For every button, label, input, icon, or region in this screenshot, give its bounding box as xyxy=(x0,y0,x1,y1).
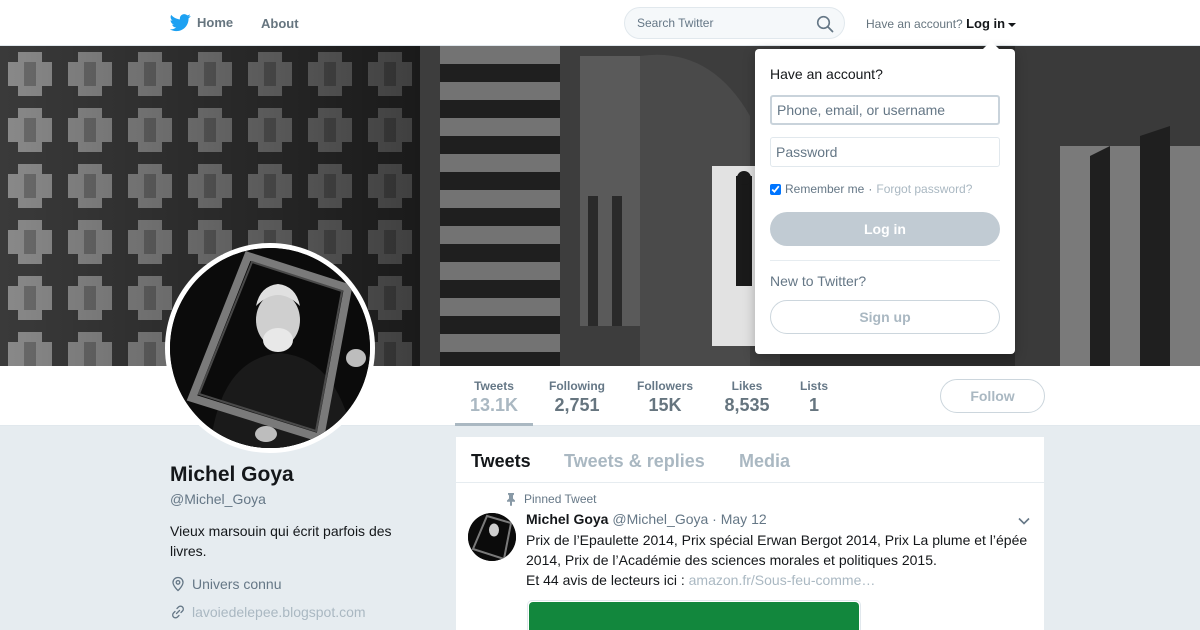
stat-value: 2,751 xyxy=(554,395,600,415)
stat-value: 15K xyxy=(648,395,682,415)
search-box xyxy=(624,7,845,39)
pin-icon xyxy=(507,493,515,506)
password-input[interactable] xyxy=(770,137,1000,167)
top-nav: Home About Have an account? Log in xyxy=(0,0,1200,46)
stat-value: 1 xyxy=(808,395,819,415)
remember-row: Remember me · Forgot password? xyxy=(770,182,972,196)
tweet-link[interactable]: amazon.fr/Sous-feu-comme… xyxy=(689,572,876,588)
location-pin-icon xyxy=(172,576,184,592)
nav-home-label: Home xyxy=(197,15,234,30)
stat-label: Following xyxy=(549,379,605,393)
login-button[interactable]: Log in xyxy=(770,212,1000,246)
nav-about[interactable]: About xyxy=(261,16,299,31)
search-icon[interactable] xyxy=(816,15,834,33)
chevron-down-icon[interactable] xyxy=(1018,517,1030,525)
tweet-date[interactable]: May 12 xyxy=(721,511,767,527)
pinned-tweet-label: Pinned Tweet xyxy=(504,492,597,506)
stat-value: 13.1K xyxy=(469,395,519,415)
timeline-tabs: Tweets Tweets & replies Media xyxy=(456,437,1044,483)
twitter-bird-icon xyxy=(170,14,191,32)
tweet-header: Michel Goya @Michel_Goya · May 12 xyxy=(526,511,767,527)
signup-button[interactable]: Sign up xyxy=(770,300,1000,334)
pinned-text: Pinned Tweet xyxy=(524,492,597,506)
tweet-avatar-photo xyxy=(468,513,516,561)
tab-tweets[interactable]: Tweets xyxy=(471,451,531,472)
stat-label: Lists xyxy=(799,379,828,393)
remember-separator: · xyxy=(868,182,873,196)
nav-home[interactable]: Home xyxy=(170,12,233,33)
stat-value: 8,535 xyxy=(724,395,770,415)
stat-label: Followers xyxy=(636,379,693,393)
stat-label: Tweets xyxy=(474,379,514,393)
profile-url[interactable]: lavoiedelepee.blogspot.com xyxy=(170,604,366,620)
tweet-author-handle[interactable]: @Michel_Goya xyxy=(612,511,708,527)
tweet-separator: · xyxy=(712,511,717,527)
link-icon xyxy=(172,605,184,619)
tab-tweets-replies[interactable]: Tweets & replies xyxy=(564,451,705,472)
location-text: Univers connu xyxy=(192,576,282,592)
forgot-password-link[interactable]: Forgot password? xyxy=(876,182,972,196)
stat-label: Likes xyxy=(731,379,763,393)
login-dropdown-toggle[interactable]: Have an account? Log in xyxy=(866,16,1017,31)
tweet-body: Prix de l’Epaulette 2014, Prix spécial E… xyxy=(526,530,1036,590)
divider xyxy=(770,260,1000,261)
account-prefix: Have an account? xyxy=(866,17,963,31)
stat-followers[interactable]: Followers 15K xyxy=(628,366,702,426)
remember-label[interactable]: Remember me xyxy=(785,182,864,196)
tweet-text: Prix de l’Epaulette 2014, Prix spécial E… xyxy=(526,532,1028,568)
tweet-text-2: Et 44 avis de lecteurs ici : xyxy=(526,572,685,588)
tweet-media-card[interactable] xyxy=(527,600,861,630)
stat-likes[interactable]: Likes 8,535 xyxy=(718,366,776,426)
login-dropdown: Have an account? Remember me · Forgot pa… xyxy=(755,41,1015,354)
tab-media[interactable]: Media xyxy=(739,451,790,472)
stat-following[interactable]: Following 2,751 xyxy=(540,366,614,426)
profile-avatar[interactable] xyxy=(165,243,375,453)
username-input[interactable] xyxy=(770,95,1000,125)
caret-down-icon xyxy=(1008,22,1017,27)
login-link[interactable]: Log in xyxy=(966,16,1005,31)
avatar-photo xyxy=(170,248,370,448)
url-text[interactable]: lavoiedelepee.blogspot.com xyxy=(192,604,366,620)
follow-button[interactable]: Follow xyxy=(940,379,1045,413)
profile-handle[interactable]: @Michel_Goya xyxy=(170,491,266,507)
profile-bio: Vieux marsouin qui écrit parfois des liv… xyxy=(170,523,392,559)
new-to-twitter-label: New to Twitter? xyxy=(770,273,867,289)
tweet-author-name[interactable]: Michel Goya xyxy=(526,511,608,527)
timeline: Tweets Tweets & replies Media Pinned Twe… xyxy=(456,437,1044,630)
search-input[interactable] xyxy=(625,8,844,38)
tweet-avatar[interactable] xyxy=(468,513,516,561)
profile-name[interactable]: Michel Goya xyxy=(170,463,294,487)
remember-checkbox[interactable] xyxy=(770,183,781,195)
stat-tweets[interactable]: Tweets 13.1K xyxy=(455,366,533,426)
tweet-text-line2: Et 44 avis de lecteurs ici : amazon.fr/S… xyxy=(526,570,1036,590)
profile-location: Univers connu xyxy=(170,576,282,592)
dropdown-title: Have an account? xyxy=(770,66,883,82)
card-image xyxy=(529,602,859,630)
stat-lists[interactable]: Lists 1 xyxy=(792,366,836,426)
